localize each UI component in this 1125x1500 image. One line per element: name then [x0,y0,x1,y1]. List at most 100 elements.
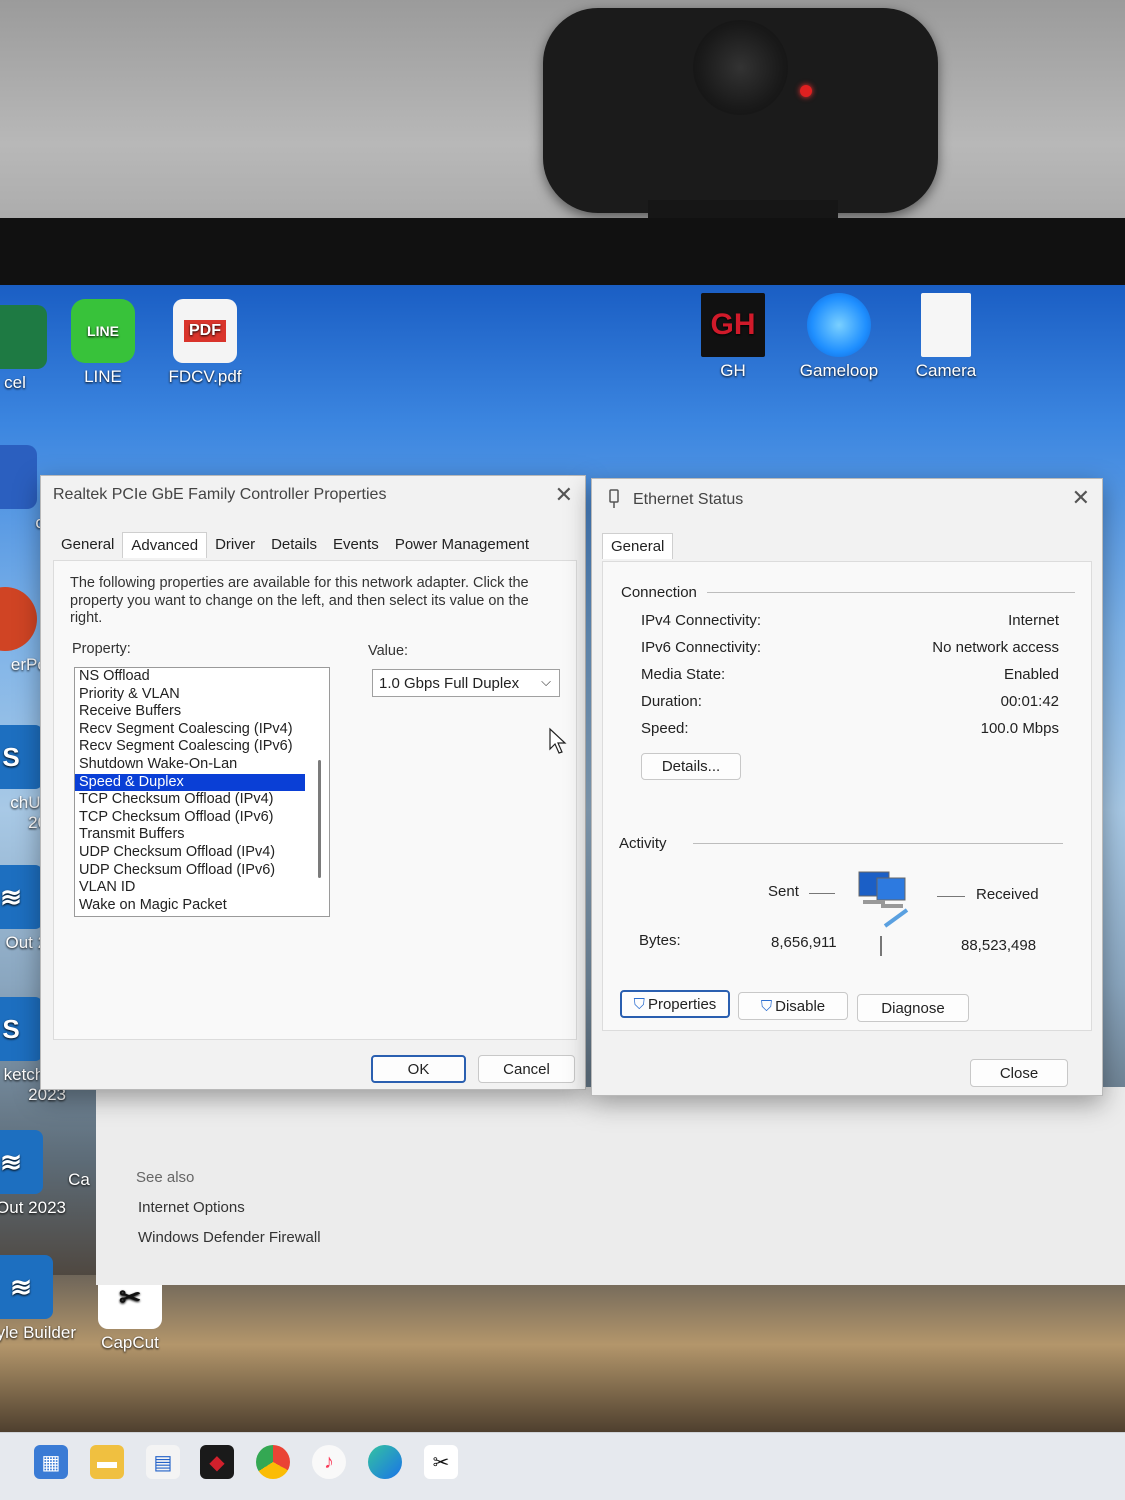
ok-button[interactable]: OK [371,1055,466,1083]
list-item[interactable]: Recv Segment Coalescing (IPv4) [75,721,329,739]
list-item[interactable]: Receive Buffers [75,703,329,721]
close-button[interactable]: Close [970,1059,1068,1087]
duration-value: 00:01:42 [1000,693,1059,710]
diagnose-button[interactable]: Diagnose [857,994,969,1022]
taskbar: ▦ ▬ ▤ ◆ ♪ ✂ [0,1432,1125,1500]
desktop-icon-line[interactable]: LINE LINE [48,299,158,387]
tab-power-management[interactable]: Power Management [387,532,537,558]
webcam-led-indicator [800,85,812,97]
gameloop-icon [807,293,871,357]
bytes-label: Bytes: [639,932,681,949]
game-app-icon[interactable]: ◆ [200,1445,234,1479]
media-state-value: Enabled [1003,666,1059,683]
received-label: Received [976,886,1039,903]
list-item[interactable]: Priority & VLAN [75,686,329,704]
list-item[interactable]: Wake on Magic Packet [75,897,329,915]
tab-general[interactable]: General [602,533,674,559]
sent-line [809,893,835,894]
activity-heading: Activity [619,835,677,852]
line-app-icon: LINE [71,299,135,363]
desktop-icon-label: Camera [915,361,977,380]
chevron-down-icon: ⌵ [541,674,551,689]
description-text: The following properties are available f… [70,575,529,626]
speed-label: Speed: [641,720,689,737]
ipv4-label: IPv4 Connectivity: [641,612,762,629]
admin-shield-icon: ⛉ [633,995,645,1013]
list-item[interactable]: UDP Checksum Offload (IPv4) [75,844,329,862]
desktop-icon-label: FDCV.pdf [168,367,242,386]
list-item[interactable]: VLAN ID [75,879,329,897]
control-panel-taskbar-icon[interactable]: ▦ [34,1445,68,1479]
monitor-bezel [0,218,1125,288]
chrome-icon[interactable] [256,1445,290,1479]
connection-heading: Connection [621,584,707,601]
ethernet-status-dialog: Ethernet Status ✕ General Connection IPv… [591,478,1103,1096]
music-icon[interactable]: ♪ [312,1445,346,1479]
desktop-icon-style-builder[interactable]: ≋ tyle Builder [0,1255,76,1343]
media-state-label: Media State: [641,666,726,683]
layout-icon: ≋ [0,865,43,929]
tab-general[interactable]: General [53,532,122,558]
properties-button[interactable]: ⛉ Properties [620,990,730,1018]
list-item[interactable]: NS Offload [75,668,329,686]
see-also-heading: See also [136,1169,195,1186]
tab-details[interactable]: Details [263,532,325,558]
windows-defender-firewall-link[interactable]: Windows Defender Firewall [138,1229,321,1246]
bytes-sent-value: 8,656,911 [771,934,837,951]
value-label: Value: [368,643,409,659]
capcut-taskbar-icon[interactable]: ✂ [424,1445,458,1479]
value-dropdown[interactable]: 1.0 Gbps Full Duplex ⌵ [372,669,560,697]
close-icon[interactable]: ✕ [555,482,573,508]
cancel-button[interactable]: Cancel [478,1055,575,1083]
desktop-icon-gh[interactable]: GH GH [678,293,788,381]
tab-advanced[interactable]: Advanced [122,532,208,558]
adapter-properties-dialog: Realtek PCIe GbE Family Controller Prope… [40,475,586,1090]
layout-icon: ≋ [0,1130,43,1194]
list-item[interactable]: Shutdown Wake-On-Lan [75,756,329,774]
webcam [543,8,938,213]
ethernet-icon [609,489,619,508]
value-dropdown-selected: 1.0 Gbps Full Duplex [379,674,520,692]
close-icon[interactable]: ✕ [1072,485,1090,511]
listbox-scrollbar[interactable] [318,760,321,878]
list-item[interactable]: Recv Segment Coalescing (IPv6) [75,738,329,756]
store-icon[interactable]: ▤ [146,1445,180,1479]
admin-shield-icon: ⛉ [760,997,773,1015]
property-listbox[interactable]: NS Offload Priority & VLAN Receive Buffe… [74,667,330,917]
webcam-lens [693,20,788,115]
property-label: Property: [72,641,131,657]
connection-divider [703,592,1075,593]
desktop-icon-label: tyle Builder [0,1323,76,1342]
tab-strip: General Advanced Driver Details Events P… [53,532,537,558]
desktop-icon-gameloop[interactable]: Gameloop [784,293,894,381]
network-computers-icon [858,871,909,928]
pdf-file-icon: PDF [173,299,237,363]
list-item[interactable]: Transmit Buffers [75,826,329,844]
powerpoint-icon [0,587,37,651]
desktop-icon-label: LINE [84,367,122,386]
tab-events[interactable]: Events [325,532,387,558]
desktop-icon-camera[interactable]: Camera [891,293,1001,381]
list-item-selected[interactable]: Speed & Duplex [75,773,305,792]
list-item[interactable]: UDP Checksum Offload (IPv6) [75,862,329,880]
file-icon [921,293,971,357]
dialog-title: Ethernet Status [633,491,744,508]
edge-icon[interactable] [368,1445,402,1479]
properties-button-label: Properties [647,995,717,1013]
disable-button[interactable]: ⛉ Disable [738,992,848,1020]
details-button[interactable]: Details... [641,753,741,780]
internet-options-link[interactable]: Internet Options [138,1199,245,1216]
ipv6-value: No network access [932,639,1059,656]
tab-strip: General [602,533,674,559]
file-explorer-icon[interactable]: ▬ [90,1445,124,1479]
pdf-glyph: PDF [184,320,226,342]
tab-driver[interactable]: Driver [207,532,263,558]
list-item[interactable]: TCP Checksum Offload (IPv4) [75,791,329,809]
gh-app-icon: GH [701,293,765,357]
list-item[interactable]: TCP Checksum Offload (IPv6) [75,809,329,827]
desktop-icon-fdcv-pdf[interactable]: PDF FDCV.pdf [150,299,260,387]
received-line [937,896,965,897]
desktop-icon-label: GH [720,361,746,380]
activity-divider [693,843,1063,844]
general-tab-panel: Connection IPv4 Connectivity: Internet I… [602,561,1092,1031]
